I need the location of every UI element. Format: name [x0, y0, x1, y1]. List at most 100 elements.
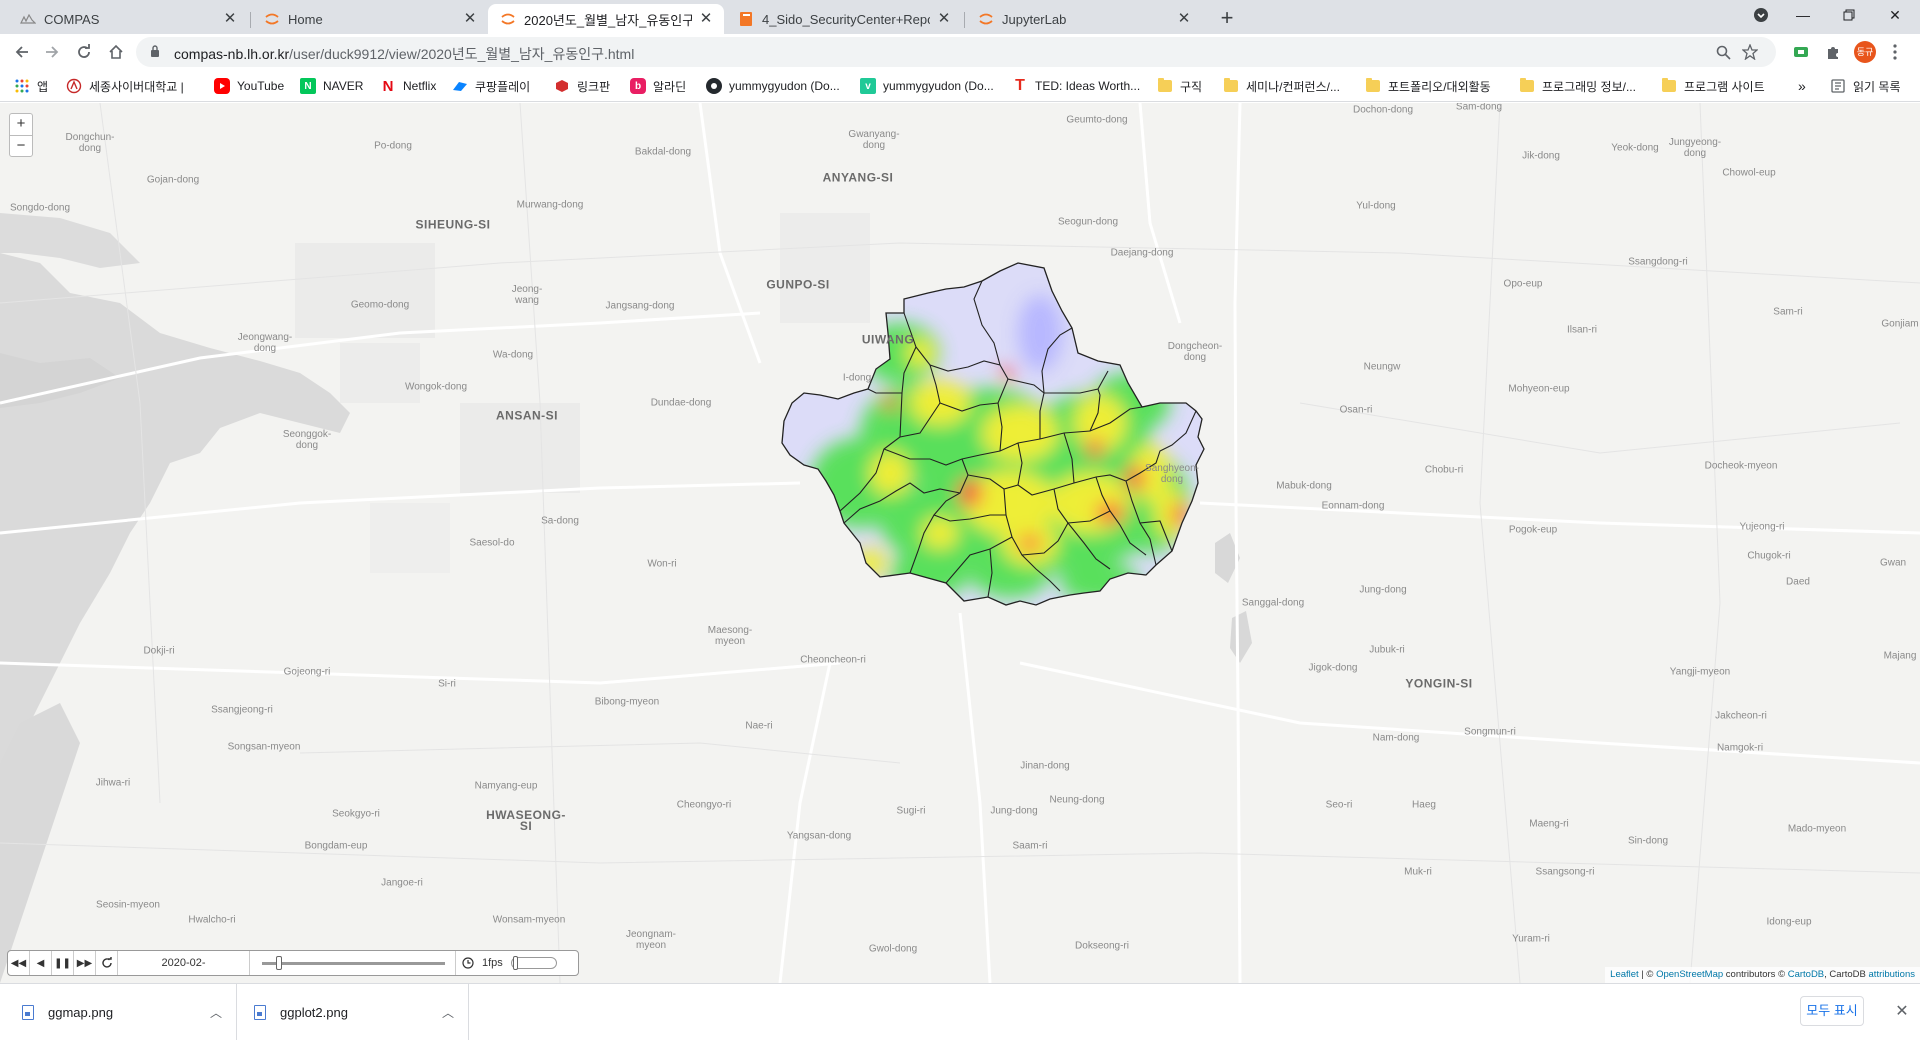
leaflet-map[interactable]: Dongchun-dong Po-dong Gojan-dong Songdo-don…	[0, 103, 1920, 983]
bookmark-ted[interactable]: T TED: Ideas Worth...	[1012, 77, 1140, 95]
bookmarks-overflow-button[interactable]: »	[1798, 77, 1806, 95]
bookmark-sejong[interactable]: 세종사이버대학교 |	[66, 77, 184, 95]
fps-label: 1fps	[482, 957, 503, 969]
place-label: Yuram-ri	[1512, 933, 1550, 945]
loop-button[interactable]	[96, 951, 118, 975]
bookmark-linkpan[interactable]: 링크판	[554, 77, 610, 95]
place-label: Gojan-dong	[146, 174, 200, 186]
bookmark-folder-jobs[interactable]: 구직	[1158, 77, 1202, 95]
bookmark-folder-portfolio[interactable]: 포트폴리오/대외활동	[1366, 77, 1491, 95]
close-icon[interactable]: ✕	[936, 11, 952, 27]
reload-button[interactable]	[70, 38, 98, 66]
place-label: Yangji-myeon	[1669, 666, 1731, 678]
tab-compas[interactable]: COMPAS ✕	[8, 4, 248, 34]
place-label: Idong-eup	[1766, 916, 1812, 928]
place-label: Sugi-ri	[896, 805, 926, 817]
place-label: Jakcheon-ri	[1715, 710, 1767, 722]
reading-list-label: 읽기 목록	[1853, 79, 1901, 94]
bookmark-label: 쿠팡플레이	[475, 79, 531, 94]
tab-security-report[interactable]: 4_Sido_SecurityCenter+Report_V ✕	[726, 4, 962, 34]
map-basemap	[0, 103, 1920, 983]
bookmark-label: 세종사이버대학교 |	[89, 79, 184, 94]
tab-jupyterlab[interactable]: JupyterLab ✕	[966, 4, 1202, 34]
speed-icon	[462, 957, 474, 969]
place-label: Bakdal-dong	[634, 146, 692, 158]
minimize-button[interactable]: —	[1780, 0, 1826, 30]
bookmark-folder-programming[interactable]: 프로그래밍 정보/...	[1520, 77, 1636, 95]
close-icon[interactable]: ✕	[462, 11, 478, 27]
place-label: Ssangsong-ri	[1535, 866, 1595, 878]
home-button[interactable]	[102, 38, 130, 66]
address-bar[interactable]: compas-nb.lh.or.kr/user/duck9912/view/20…	[136, 37, 1776, 67]
close-icon[interactable]: ✕	[1176, 11, 1192, 27]
attribution-sep: | ©	[1638, 969, 1657, 980]
tab-search-button[interactable]	[1738, 0, 1784, 30]
bookmark-velog[interactable]: v yummygyudon (Do...	[860, 77, 994, 95]
youtube-icon	[214, 78, 230, 94]
step-back-button[interactable]: ◀	[30, 951, 52, 975]
speed-slider-handle[interactable]	[512, 956, 518, 970]
zoom-in-button[interactable]: +	[9, 113, 33, 135]
bookmark-star-icon[interactable]	[1741, 43, 1759, 61]
bookmark-youtube[interactable]: YouTube	[214, 77, 284, 95]
chevron-up-icon[interactable]: ︿	[442, 1004, 454, 1021]
close-icon[interactable]: ✕	[222, 11, 238, 27]
bookmark-github[interactable]: yummygyudon (Do...	[706, 77, 840, 95]
back-button[interactable]	[8, 38, 36, 66]
extensions-puzzle-icon[interactable]	[1824, 43, 1842, 61]
zoom-search-icon[interactable]	[1714, 43, 1732, 61]
place-label: Gonjiam	[1881, 318, 1919, 330]
tab-active-map[interactable]: 2020년도_월별_남자_유동인구.ht ✕	[488, 4, 724, 34]
window-close-button[interactable]: ✕	[1872, 0, 1918, 30]
tab-divider	[964, 12, 965, 28]
restore-button[interactable]	[1826, 0, 1872, 30]
reading-list-button[interactable]: 읽기 목록	[1830, 77, 1901, 95]
cartodb-link[interactable]: CartoDB	[1788, 969, 1824, 980]
place-label: Songmun-ri	[1464, 726, 1516, 738]
profile-avatar[interactable]: 동규	[1854, 41, 1876, 63]
place-label: Seonggok-dong	[282, 429, 332, 451]
leaflet-link[interactable]: Leaflet	[1610, 969, 1639, 980]
chevron-up-icon[interactable]: ︿	[210, 1004, 222, 1021]
place-label: Wa-dong	[492, 349, 534, 361]
time-slider[interactable]	[250, 951, 456, 975]
speed-slider[interactable]	[510, 956, 557, 970]
bookmark-folder-program-sites[interactable]: 프로그램 사이트	[1662, 77, 1765, 95]
bookmark-label: Netflix	[403, 79, 437, 93]
close-icon[interactable]: ✕	[698, 11, 714, 27]
place-label: SIHEUNG-SI	[415, 217, 491, 232]
place-label: Yeok-dong	[1611, 142, 1659, 154]
speed-control: 1fps	[456, 951, 563, 975]
pause-button[interactable]: ❚❚	[52, 951, 74, 975]
kebab-menu-icon[interactable]	[1886, 43, 1904, 61]
osm-link[interactable]: OpenStreetMap	[1656, 969, 1723, 980]
step-forward-button[interactable]: ▶▶	[74, 951, 96, 975]
zoom-out-button[interactable]: −	[9, 135, 33, 157]
close-icon: ✕	[1889, 6, 1901, 23]
bookmark-naver[interactable]: N NAVER	[300, 77, 363, 95]
tab-home[interactable]: Home ✕	[252, 4, 488, 34]
show-all-downloads-button[interactable]: 모두 표시	[1800, 996, 1864, 1026]
url-text: compas-nb.lh.or.kr/user/duck9912/view/20…	[174, 44, 634, 64]
ted-icon: T	[1015, 77, 1025, 94]
bookmark-folder-seminar[interactable]: 세미나/컨퍼런스/...	[1224, 77, 1340, 95]
bookmark-apps[interactable]: 앱	[14, 77, 48, 95]
screencast-extension-icon[interactable]	[1792, 43, 1810, 61]
place-label: Osan-ri	[1339, 404, 1373, 416]
download-item-ggplot2[interactable]: ggplot2.png ︿	[254, 984, 464, 1040]
close-downloads-button[interactable]: ✕	[1892, 1002, 1912, 1022]
bookmark-netflix[interactable]: N Netflix	[380, 77, 437, 95]
place-label: Dongcheon-dong	[1167, 341, 1223, 363]
place-label: Saesol-do	[469, 537, 515, 549]
time-slider-handle[interactable]	[275, 956, 282, 970]
skip-back-button[interactable]: ◀◀	[8, 951, 30, 975]
place-label: Gwanyang-dong	[848, 129, 900, 151]
new-tab-button[interactable]: +	[1214, 6, 1240, 32]
bookmark-aladin[interactable]: b 알라딘	[630, 77, 686, 95]
place-label: Opo-eup	[1503, 278, 1543, 290]
folder-icon	[1224, 78, 1238, 92]
forward-button[interactable]	[38, 38, 66, 66]
attributions-link[interactable]: attributions	[1869, 969, 1915, 980]
download-item-ggmap[interactable]: ggmap.png ︿	[22, 984, 232, 1040]
bookmark-coupang[interactable]: 쿠팡플레이	[452, 77, 530, 95]
